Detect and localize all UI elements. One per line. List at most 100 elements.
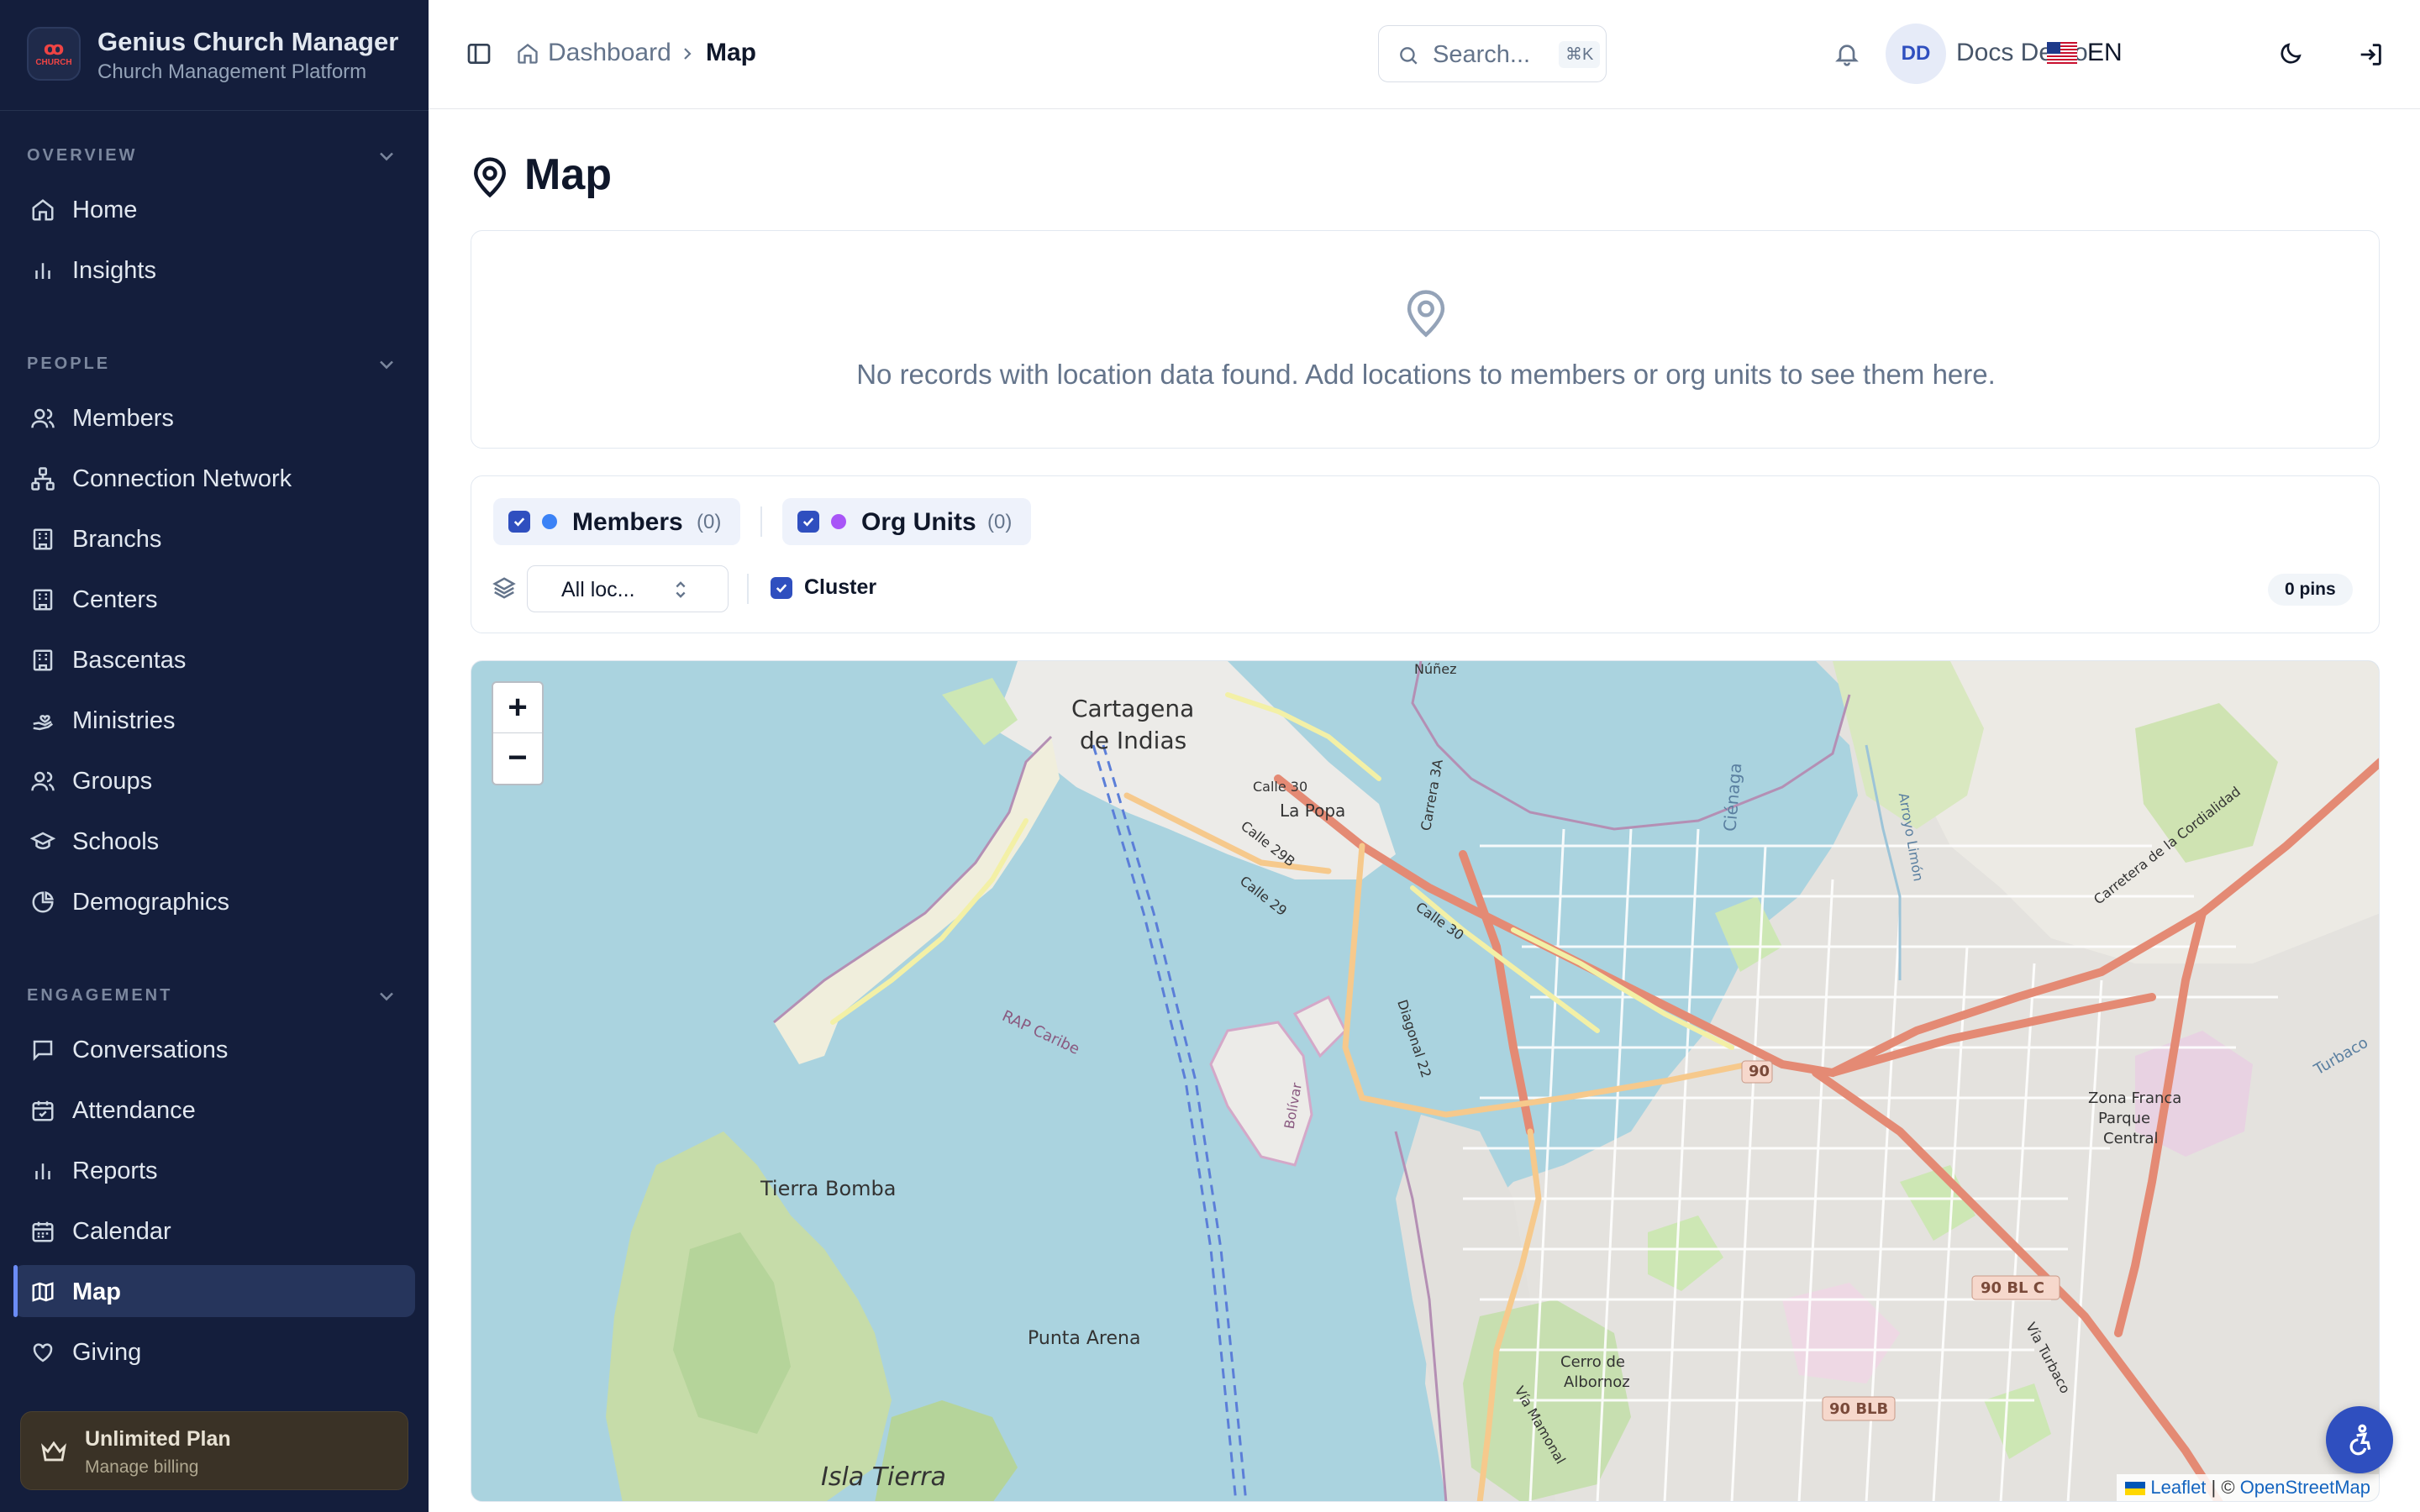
empty-state-card: No records with location data found. Add… — [471, 230, 2380, 449]
bar-chart-icon — [35, 1163, 50, 1179]
sidebar-item-conversations[interactable]: Conversations — [13, 1023, 415, 1075]
layer-count: (0) — [697, 511, 722, 533]
sidebar-item-map[interactable]: Map — [13, 1265, 415, 1317]
sidebar-item-reports[interactable]: Reports — [13, 1144, 415, 1196]
sidebar-item-label: Groups — [72, 768, 153, 795]
avatar[interactable]: DD — [1886, 24, 1946, 84]
accessibility-button[interactable] — [2326, 1406, 2393, 1473]
chevron-down-icon[interactable] — [375, 144, 398, 168]
sidebar-item-groups[interactable]: Groups — [13, 754, 415, 806]
sidebar-toggle-icon[interactable] — [466, 40, 492, 67]
map-label-albornoz: Albornoz — [1564, 1373, 1630, 1391]
map-label-zona-franca: Zona Franca — [2088, 1089, 2182, 1107]
plan-subtitle: Manage billing — [85, 1457, 199, 1477]
sidebar-item-members[interactable]: Members — [13, 391, 415, 444]
brand[interactable]: ꝏ CHURCH Genius Church Manager Church Ma… — [0, 0, 429, 111]
sidebar-item-label: Schools — [72, 828, 160, 855]
crown-icon — [41, 1441, 66, 1462]
layers-icon — [492, 577, 516, 599]
map-label-la-popa: La Popa — [1280, 801, 1346, 821]
breadcrumb-dashboard[interactable]: Dashboard — [548, 39, 671, 67]
users-icon — [31, 408, 55, 428]
sidebar-item-demographics[interactable]: Demographics — [13, 875, 415, 927]
cluster-checkbox[interactable] — [771, 577, 792, 599]
sidebar-item-home[interactable]: Home — [13, 183, 415, 235]
accessibility-icon — [2349, 1424, 2371, 1456]
hand-heart-icon — [33, 715, 53, 731]
section-label-overview: OVERVIEW — [27, 146, 138, 165]
check-icon — [513, 517, 525, 527]
network-icon — [31, 467, 55, 491]
sidebar-item-label: Members — [72, 405, 174, 432]
layer-toggle-org-units[interactable]: Org Units (0) — [782, 498, 1031, 545]
logout-icon[interactable] — [2356, 40, 2385, 69]
graduation-cap-icon — [30, 832, 55, 850]
map-label-tierra-bomba: Tierra Bomba — [760, 1177, 897, 1200]
sidebar-item-label: Branchs — [72, 526, 162, 553]
sidebar-item-label: Attendance — [72, 1097, 196, 1124]
chevron-down-icon[interactable] — [375, 353, 398, 376]
plan-billing-card[interactable]: Unlimited Plan Manage billing — [20, 1411, 408, 1490]
map-label-central: Central — [2103, 1130, 2159, 1147]
bell-icon[interactable] — [1833, 40, 1860, 67]
sidebar-item-calendar[interactable]: Calendar — [13, 1205, 415, 1257]
openstreetmap-link[interactable]: OpenStreetMap — [2240, 1477, 2370, 1498]
leaflet-link[interactable]: Leaflet — [2150, 1477, 2206, 1498]
map-label-r90blb: 90 BLB — [1829, 1400, 1889, 1418]
map-label-nunez: Núñez — [1414, 661, 1457, 677]
location-select[interactable]: All loc... — [527, 565, 729, 612]
chevrons-up-down-icon — [676, 581, 686, 598]
topbar: Dashboard Map Search... ⌘K DD Docs Demo … — [429, 0, 2420, 109]
chat-icon — [33, 1040, 53, 1062]
sidebar-item-branchs[interactable]: Branchs — [13, 512, 415, 564]
language-selector[interactable]: EN — [2087, 39, 2123, 67]
sidebar-item-centers[interactable]: Centers — [13, 573, 415, 625]
map-label-r90blc: 90 BL C — [1981, 1279, 2044, 1297]
search-shortcut: ⌘K — [1559, 41, 1601, 68]
cluster-label[interactable]: Cluster — [804, 575, 876, 600]
sidebar-item-bascentas[interactable]: Bascentas — [13, 633, 415, 685]
sidebar-item-label: Conversations — [72, 1037, 229, 1063]
zoom-out-button[interactable]: − — [493, 733, 542, 784]
bar-chart-icon — [35, 263, 50, 279]
sidebar-item-giving[interactable]: Giving — [13, 1326, 415, 1378]
home-icon[interactable] — [516, 42, 539, 66]
sidebar-item-label: Reports — [72, 1158, 158, 1184]
pins-count-badge: 0 pins — [2268, 574, 2353, 606]
map-label-isla: Isla Tierra — [821, 1462, 946, 1492]
layer-toggle-members[interactable]: Members (0) — [493, 498, 740, 545]
sidebar-item-connection-network[interactable]: Connection Network — [13, 452, 415, 504]
map-label-city: Cartagena — [1071, 695, 1195, 722]
calendar-check-icon — [32, 1100, 54, 1121]
page-title: Map — [524, 150, 612, 199]
sidebar-item-label: Giving — [72, 1339, 142, 1366]
map-icon — [32, 1282, 54, 1302]
chevron-down-icon[interactable] — [375, 984, 398, 1008]
sidebar-item-attendance[interactable]: Attendance — [13, 1084, 415, 1136]
map-label-calle30: Calle 30 — [1253, 779, 1308, 795]
plan-title: Unlimited Plan — [85, 1427, 231, 1451]
sidebar-item-label: Calendar — [72, 1218, 171, 1245]
map-pin-icon — [1407, 290, 1445, 338]
layer-label: Members — [572, 508, 683, 536]
sidebar-item-ministries[interactable]: Ministries — [13, 694, 415, 746]
members-color-dot — [542, 514, 557, 529]
breadcrumb-current: Map — [706, 39, 756, 66]
zoom-in-button[interactable]: + — [493, 683, 542, 733]
org-units-checkbox[interactable] — [797, 511, 819, 533]
map-label-punta-arena: Punta Arena — [1028, 1328, 1141, 1349]
sidebar-item-insights[interactable]: Insights — [13, 244, 415, 296]
search-input[interactable]: Search... ⌘K — [1378, 25, 1607, 82]
map-label-city2: de Indias — [1080, 727, 1187, 754]
divider — [760, 507, 762, 537]
building-icon — [33, 589, 53, 611]
map-view[interactable]: Cartagena de Indias La Popa Calle 30 Cal… — [471, 660, 2380, 1502]
moon-icon[interactable] — [2277, 40, 2304, 67]
check-icon — [802, 517, 814, 527]
members-checkbox[interactable] — [508, 511, 530, 533]
sidebar-item-schools[interactable]: Schools — [13, 815, 415, 867]
section-label-people: PEOPLE — [27, 354, 111, 373]
us-flag-icon[interactable] — [2047, 42, 2077, 64]
chevron-right-icon — [684, 48, 692, 60]
sidebar-item-label: Map — [72, 1278, 121, 1305]
